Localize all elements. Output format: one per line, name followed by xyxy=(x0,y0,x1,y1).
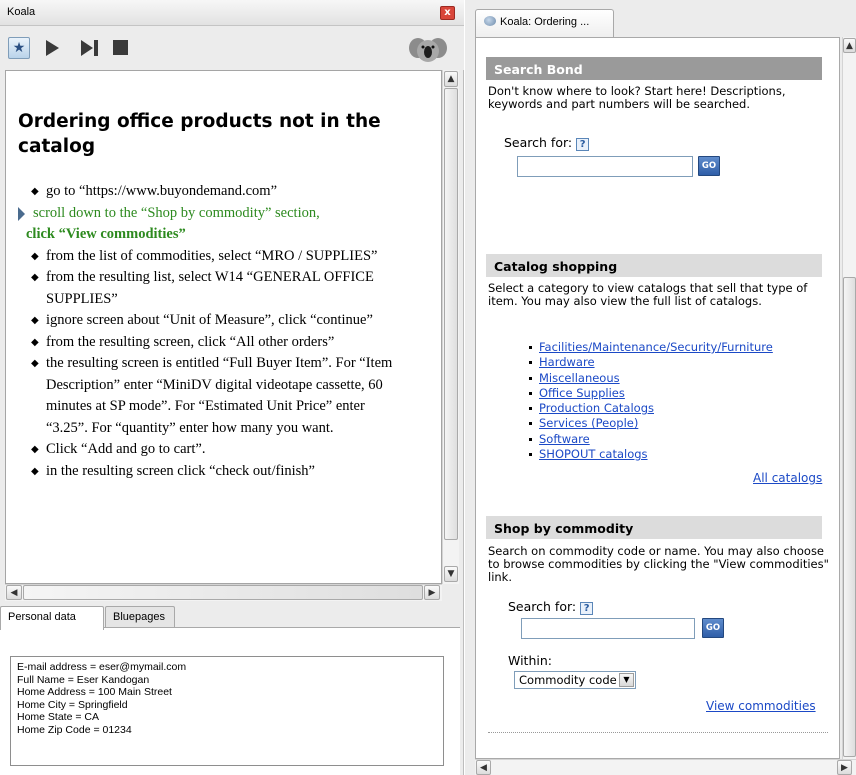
scroll-down-button[interactable]: ▼ xyxy=(444,566,458,582)
list-item: Hardware xyxy=(529,355,773,370)
search-bond-heading: Search Bond xyxy=(486,57,822,80)
help-icon[interactable]: ? xyxy=(580,602,594,615)
document-horizontal-scrollbar[interactable]: ◀ ▶ xyxy=(5,584,442,601)
current-step-arrow-icon xyxy=(18,206,25,221)
list-item: Software xyxy=(529,432,773,447)
page-vertical-scrollbar[interactable]: ▲ xyxy=(842,37,856,761)
shop-by-commodity-heading: Shop by commodity xyxy=(486,516,822,539)
sidebar-title: Koala xyxy=(7,6,36,18)
scroll-thumb[interactable] xyxy=(843,277,856,757)
close-button[interactable]: x xyxy=(440,6,455,20)
category-link[interactable]: SHOPOUT catalogs xyxy=(539,447,648,461)
steps-list: ◆ go to “https://www.buyondemand.com” scr… xyxy=(6,181,441,483)
list-item: SHOPOUT catalogs xyxy=(529,447,773,462)
stop-icon[interactable] xyxy=(113,40,128,55)
tab-bluepages[interactable]: Bluepages xyxy=(105,606,175,628)
help-icon[interactable]: ? xyxy=(576,138,590,151)
document-vertical-scrollbar[interactable]: ▲ ▼ xyxy=(442,70,459,584)
scroll-thumb[interactable] xyxy=(23,585,423,600)
search-bond-label: Search for:? xyxy=(504,135,590,151)
list-item: Services (People) xyxy=(529,416,773,431)
all-catalogs-link[interactable]: All catalogs xyxy=(753,471,822,485)
step-item[interactable]: ◆ ignore screen about “Unit of Measure”, … xyxy=(6,310,441,332)
category-link[interactable]: Office Supplies xyxy=(539,386,625,400)
sidebar-title-bar: Koala x xyxy=(0,0,464,26)
web-page: Search Bond Don't know where to look? St… xyxy=(475,37,840,759)
step-item[interactable]: ◆ in the resulting screen click “check ou… xyxy=(6,461,441,483)
document-title: Ordering office products not in the cata… xyxy=(18,111,381,157)
personal-data-line: Home City = Springfield xyxy=(17,698,128,711)
within-select[interactable]: Commodity code ▼ xyxy=(514,671,636,689)
step-item[interactable]: ◆ from the resulting list, select W14 “GE… xyxy=(6,267,441,310)
personal-data-textarea[interactable]: E-mail address = eser@mymail.com Full Na… xyxy=(10,656,444,766)
search-bond-go-button[interactable]: GO xyxy=(698,156,720,176)
list-item: Miscellaneous xyxy=(529,371,773,386)
tab-personal-data[interactable]: Personal data xyxy=(0,606,104,630)
browser-tab-label: Koala: Ordering ... xyxy=(500,16,590,28)
divider xyxy=(488,732,828,733)
scroll-right-button[interactable]: ▶ xyxy=(424,585,440,600)
globe-icon xyxy=(484,16,496,26)
instructions-document: Ordering office products not in the cata… xyxy=(5,70,442,584)
play-icon[interactable] xyxy=(44,39,60,57)
scroll-left-button[interactable]: ◀ xyxy=(6,585,22,600)
category-link[interactable]: Software xyxy=(539,432,590,446)
personal-data-panel: E-mail address = eser@mymail.com Full Na… xyxy=(0,627,460,775)
commodity-search-input[interactable] xyxy=(521,618,695,639)
commodity-go-button[interactable]: GO xyxy=(702,618,724,638)
step-item[interactable]: ◆ the resulting screen is entitled “Full … xyxy=(6,353,441,439)
category-link[interactable]: Services (People) xyxy=(539,416,638,430)
catalog-shopping-description: Select a category to view catalogs that … xyxy=(488,281,808,308)
scroll-up-button[interactable]: ▲ xyxy=(444,71,458,87)
step-item[interactable]: ◆ from the list of commodities, select “M… xyxy=(6,246,441,268)
script-toolbar: ★ xyxy=(0,26,464,70)
list-item: Production Catalogs xyxy=(529,401,773,416)
step-item[interactable]: ◆ go to “https://www.buyondemand.com” xyxy=(6,181,441,203)
browser-tab-strip: Koala: Ordering ... xyxy=(465,0,856,37)
step-item[interactable]: ◆ from the resulting screen, click “All o… xyxy=(6,332,441,354)
personal-data-line: Home State = CA xyxy=(17,711,99,723)
category-link[interactable]: Hardware xyxy=(539,355,595,369)
category-link[interactable]: Facilities/Maintenance/Security/Furnitur… xyxy=(539,340,773,354)
category-link[interactable]: Miscellaneous xyxy=(539,371,620,385)
commodity-search-label: Search for:? xyxy=(508,599,594,615)
scroll-up-button[interactable]: ▲ xyxy=(843,38,856,53)
catalog-category-list: Facilities/Maintenance/Security/Furnitur… xyxy=(529,340,773,462)
catalog-shopping-heading: Catalog shopping xyxy=(486,254,822,277)
browser-tab[interactable]: Koala: Ordering ... xyxy=(475,9,614,37)
category-link[interactable]: Production Catalogs xyxy=(539,401,654,415)
chevron-down-icon[interactable]: ▼ xyxy=(619,673,634,687)
shop-by-commodity-description: Search on commodity code or name. You ma… xyxy=(488,544,829,584)
scroll-left-button[interactable]: ◀ xyxy=(476,760,491,775)
personal-data-line: Home Address = 100 Main Street xyxy=(17,686,172,698)
list-item: Office Supplies xyxy=(529,386,773,401)
within-label: Within: xyxy=(508,653,552,668)
scroll-thumb[interactable] xyxy=(444,88,458,540)
bottom-tabs: Personal data Bluepages xyxy=(0,603,464,630)
view-commodities-link[interactable]: View commodities xyxy=(706,699,816,713)
list-item: Facilities/Maintenance/Security/Furnitur… xyxy=(529,340,773,355)
personal-data-line: Home Zip Code = 01234 xyxy=(17,723,132,736)
personal-data-line: Full Name = Eser Kandogan xyxy=(17,673,150,686)
personal-data-line: E-mail address = eser@mymail.com xyxy=(17,661,187,673)
browser-pane: Koala: Ordering ... Search Bond Don't kn… xyxy=(465,0,856,775)
koala-logo-icon xyxy=(409,38,447,62)
search-bond-description: Don't know where to look? Start here! De… xyxy=(488,84,786,111)
step-item[interactable]: ◆ Click “Add and go to cart”. xyxy=(6,439,441,461)
step-icon[interactable] xyxy=(80,39,100,57)
current-step-item[interactable]: scroll down to the “Shop by commodity” s… xyxy=(6,203,441,246)
scroll-right-button[interactable]: ▶ xyxy=(837,760,852,775)
page-horizontal-scrollbar[interactable]: ◀ ▶ xyxy=(475,759,856,775)
koala-sidebar: Koala x ★ Ordering office products not i… xyxy=(0,0,464,775)
star-icon[interactable]: ★ xyxy=(8,37,30,59)
search-bond-input[interactable] xyxy=(517,156,693,177)
